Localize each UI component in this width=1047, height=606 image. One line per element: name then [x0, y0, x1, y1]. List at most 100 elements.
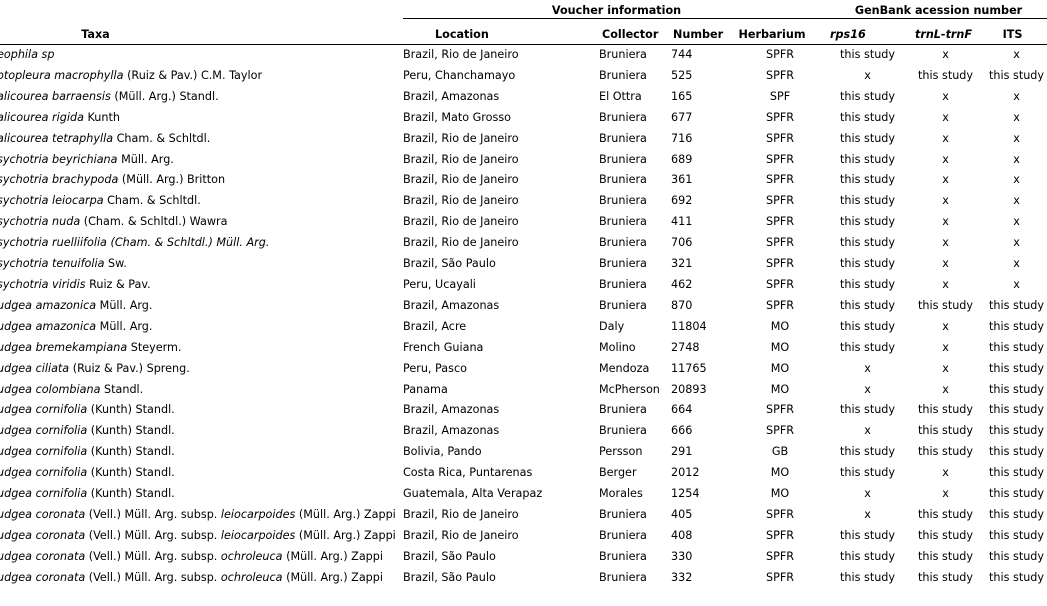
cell-herbarium: SPFR	[765, 236, 795, 250]
cell-collector: Bruniera	[599, 131, 647, 145]
cell-trnl-trnf: this study	[918, 507, 974, 521]
cell-rps16: x	[864, 507, 871, 521]
cell-trnl-trnf: this study	[918, 403, 974, 417]
cell-rps16: this study	[840, 403, 896, 417]
cell-trnl-trnf: x	[942, 277, 949, 291]
cell-number: 706	[671, 236, 693, 250]
cell-trnl-trnf: this study	[918, 424, 974, 438]
cell-location: Brazil, Rio de Janeiro	[403, 194, 519, 208]
table-row: sychotria tenuifolia Sw. Brazil, São Paul…	[0, 254, 1047, 275]
cell-location: Brazil, Rio de Janeiro	[403, 152, 519, 166]
cell-herbarium: SPFR	[765, 403, 795, 417]
cell-herbarium: SPFR	[765, 298, 795, 312]
cell-number: 462	[671, 277, 693, 291]
cell-trnl-trnf: x	[942, 89, 949, 103]
cell-its: this study	[989, 68, 1045, 82]
cell-herbarium: SPF	[769, 89, 791, 103]
cell-collector: Bruniera	[599, 298, 647, 312]
cell-rps16: x	[864, 424, 871, 438]
cell-its: this study	[989, 424, 1045, 438]
cell-number: 11765	[671, 361, 707, 375]
cell-taxa: udgea bremekampiana Steyerm.	[0, 340, 182, 354]
cell-herbarium: SPFR	[765, 528, 795, 542]
cell-taxa: sychotria beyrichiana Müll. Arg.	[0, 152, 174, 166]
table-header: Voucher information GenBank acession num…	[0, 0, 1047, 45]
cell-collector: Bruniera	[599, 403, 647, 417]
cell-taxa: udgea cornifolia (Kunth) Standl.	[0, 466, 175, 480]
cell-taxa: sychotria nuda (Cham. & Schltdl.) Wawra	[0, 215, 228, 229]
cell-number: 2748	[671, 340, 700, 354]
table-row: eophila sp Brazil, Rio de Janeiro Bruniera…	[0, 45, 1047, 66]
cell-trnl-trnf: x	[942, 487, 949, 501]
cell-location: Brazil, Amazonas	[403, 298, 500, 312]
cell-its: x	[1013, 131, 1020, 145]
table-row: sychotria ruelliifolia (Cham. & Schltdl.…	[0, 233, 1047, 254]
cell-its: x	[1013, 89, 1020, 103]
cell-trnl-trnf: x	[942, 361, 949, 375]
cell-herbarium: SPFR	[765, 549, 795, 563]
cell-rps16: x	[864, 68, 871, 82]
cell-rps16: this study	[840, 215, 896, 229]
cell-its: x	[1013, 152, 1020, 166]
cell-location: Brazil, Rio de Janeiro	[403, 173, 519, 187]
cell-number: 689	[671, 152, 693, 166]
cell-rps16: this study	[840, 466, 896, 480]
cell-its: x	[1013, 215, 1020, 229]
column-header-row: Taxa Location Collector Number Herbarium…	[0, 18, 1047, 45]
cell-rps16: this study	[840, 549, 896, 563]
cell-number: 1254	[671, 487, 700, 501]
cell-trnl-trnf: x	[942, 152, 949, 166]
cell-collector: Bruniera	[599, 549, 647, 563]
cell-trnl-trnf: x	[942, 48, 949, 61]
cell-location: Brazil, Acre	[403, 319, 467, 333]
cell-its: x	[1013, 236, 1020, 250]
cell-collector: Bruniera	[599, 257, 647, 271]
cell-rps16: this study	[840, 277, 896, 291]
cell-its: x	[1013, 110, 1020, 124]
cell-taxa: sychotria tenuifolia Sw.	[0, 257, 127, 271]
cell-rps16: x	[864, 487, 871, 501]
cell-collector: Bruniera	[599, 173, 647, 187]
cell-taxa: udgea colombiana Standl.	[0, 382, 144, 396]
cell-herbarium: MO	[770, 340, 790, 354]
cell-number: 716	[671, 131, 693, 145]
cell-taxa: udgea coronata (Vell.) Müll. Arg. subsp.…	[0, 507, 396, 521]
cell-number: 666	[671, 424, 693, 438]
column-header-collector: Collector	[599, 18, 671, 45]
cell-trnl-trnf: this study	[918, 298, 974, 312]
table-row: alicourea tetraphylla Cham. & Schltdl. Br…	[0, 129, 1047, 150]
cell-its: x	[1013, 257, 1020, 271]
cell-rps16: this study	[840, 340, 896, 354]
table-row: sychotria viridis Ruiz & Pav. Peru, Ucaya…	[0, 275, 1047, 296]
cell-its: this study	[989, 528, 1045, 542]
table-row: sychotria nuda (Cham. & Schltdl.) Wawra B…	[0, 212, 1047, 233]
cell-collector: Bruniera	[599, 507, 647, 521]
cell-trnl-trnf: x	[942, 382, 949, 396]
cell-its: this study	[989, 361, 1045, 375]
table-body: eophila sp Brazil, Rio de Janeiro Bruniera…	[0, 45, 1047, 589]
cell-number: 2012	[671, 466, 700, 480]
table-row: sychotria leiocarpa Cham. & Schltdl. Braz…	[0, 191, 1047, 212]
cell-collector: Berger	[599, 466, 637, 480]
cell-taxa: sychotria ruelliifolia (Cham. & Schltdl.…	[0, 236, 270, 250]
cell-taxa: udgea cornifolia (Kunth) Standl.	[0, 403, 175, 417]
cell-taxa: udgea amazonica Müll. Arg.	[0, 298, 153, 312]
cell-herbarium: SPFR	[765, 277, 795, 291]
cell-number: 692	[671, 194, 693, 208]
cell-its: this study	[989, 298, 1045, 312]
cell-location: Brazil, Rio de Janeiro	[403, 215, 519, 229]
cell-its: this study	[989, 570, 1045, 584]
cell-trnl-trnf: x	[942, 257, 949, 271]
cell-trnl-trnf: this study	[918, 528, 974, 542]
cell-herbarium: SPFR	[765, 110, 795, 124]
cell-number: 405	[671, 507, 693, 521]
cell-taxa: alicourea barraensis (Müll. Arg.) Standl…	[0, 89, 219, 103]
cell-collector: Bruniera	[599, 236, 647, 250]
table-row: udgea cornifolia (Kunth) Standl. Brazil, …	[0, 421, 1047, 442]
table-row: udgea cornifolia (Kunth) Standl. Guatemal…	[0, 484, 1047, 505]
cell-taxa: udgea amazonica Müll. Arg.	[0, 319, 153, 333]
cell-number: 525	[671, 68, 693, 82]
cell-location: Brazil, Rio de Janeiro	[403, 131, 519, 145]
cell-trnl-trnf: x	[942, 173, 949, 187]
table-row: udgea cornifolia (Kunth) Standl. Brazil, …	[0, 400, 1047, 421]
